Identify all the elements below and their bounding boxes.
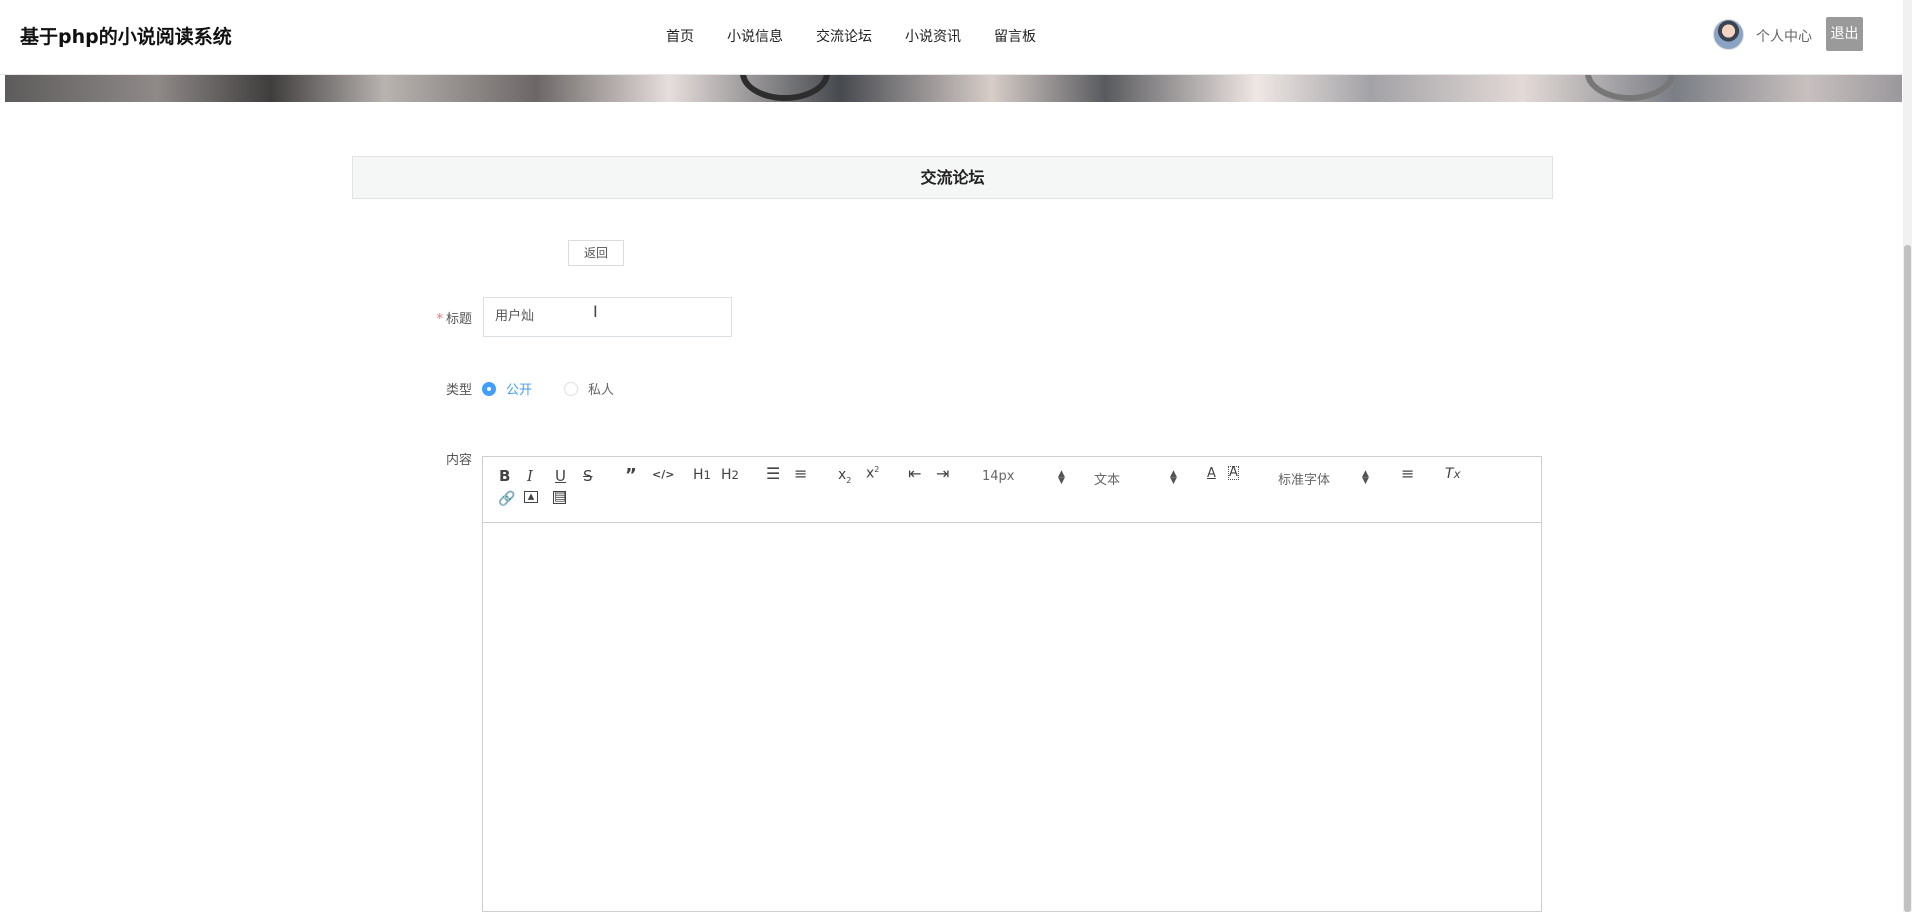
scrollbar-thumb[interactable] xyxy=(1904,245,1911,912)
section-title: 交流论坛 xyxy=(352,156,1553,199)
subscript-icon[interactable]: x2 xyxy=(838,467,851,485)
type-radio-group: 公开 私人 xyxy=(482,379,646,398)
radio-private[interactable] xyxy=(564,381,579,396)
superscript-icon[interactable]: x2 xyxy=(866,465,879,482)
content-label: 内容 xyxy=(445,453,472,468)
logout-button[interactable]: 退出 xyxy=(1826,17,1863,51)
clear-format-icon[interactable]: Tx xyxy=(1445,466,1460,482)
text-style-value: 文本 xyxy=(1094,473,1121,488)
quote-icon[interactable]: ” xyxy=(625,465,637,486)
back-button[interactable]: 返回 xyxy=(568,240,624,266)
link-icon[interactable]: 🔗 xyxy=(498,491,515,507)
background-icon[interactable]: A xyxy=(1228,466,1239,480)
video-icon[interactable]: ▤ xyxy=(553,490,566,504)
underline-icon[interactable]: U xyxy=(555,467,566,485)
type-label: 类型 xyxy=(445,383,472,398)
banner-decoration xyxy=(1585,75,1675,101)
banner-decoration xyxy=(740,75,830,101)
color-icon[interactable]: A xyxy=(1207,466,1216,481)
align-icon[interactable]: ≡ xyxy=(1401,464,1414,483)
strike-icon[interactable]: S xyxy=(583,467,593,485)
radio-private-label[interactable]: 私人 xyxy=(588,379,614,398)
text-cursor-icon: I xyxy=(593,302,598,321)
editor-toolbar: B I U S ” </> H1 H2 ☰ ≡ x2 x2 ⇤ ⇥ 14px ▲… xyxy=(483,457,1541,523)
nav-message-board[interactable]: 留言板 xyxy=(994,26,1036,46)
nav-home[interactable]: 首页 xyxy=(666,26,694,46)
ordered-list-icon[interactable]: ☰ xyxy=(766,464,780,483)
required-mark: * xyxy=(436,312,443,327)
editor-content-area[interactable] xyxy=(483,523,1541,913)
nav-forum[interactable]: 交流论坛 xyxy=(816,26,872,46)
rich-text-editor: B I U S ” </> H1 H2 ☰ ≡ x2 x2 ⇤ ⇥ 14px ▲… xyxy=(482,456,1542,912)
font-size-select[interactable]: 14px ▲ ▼ xyxy=(982,469,1072,486)
radio-public-label[interactable]: 公开 xyxy=(506,379,532,398)
font-family-select[interactable]: 标准字体 ▲ ▼ xyxy=(1278,469,1376,489)
page-scrollbar[interactable] xyxy=(1903,0,1912,912)
nav-novel-news[interactable]: 小说资讯 xyxy=(905,26,961,46)
font-family-value: 标准字体 xyxy=(1278,473,1331,488)
radio-public[interactable] xyxy=(482,381,496,396)
indent-icon[interactable]: ⇥ xyxy=(936,464,949,483)
title-label: * 标题 xyxy=(392,308,472,327)
bold-icon[interactable]: B xyxy=(499,467,510,485)
bullet-list-icon[interactable]: ≡ xyxy=(794,464,807,483)
italic-icon[interactable]: I xyxy=(527,467,533,485)
updown-arrow-icon: ▲ ▼ xyxy=(1058,469,1065,486)
title-label-text: 标题 xyxy=(445,312,472,327)
image-icon[interactable]: ▴ xyxy=(524,490,538,503)
title-input[interactable]: 用户灿 xyxy=(483,297,732,337)
banner-image xyxy=(5,75,1902,102)
h1-icon[interactable]: H1 xyxy=(693,467,711,483)
avatar[interactable] xyxy=(1713,19,1744,50)
h2-icon[interactable]: H2 xyxy=(721,467,739,483)
user-center-link[interactable]: 个人中心 xyxy=(1756,26,1812,46)
updown-arrow-icon: ▲ ▼ xyxy=(1362,469,1369,486)
text-style-select[interactable]: 文本 ▲ ▼ xyxy=(1094,469,1184,489)
main-nav: 首页 小说信息 交流论坛 小说资讯 留言板 xyxy=(666,26,1036,46)
top-header: 基于php的小说阅读系统 首页 小说信息 交流论坛 小说资讯 留言板 个人中心 … xyxy=(0,0,1902,75)
updown-arrow-icon: ▲ ▼ xyxy=(1170,469,1177,486)
site-brand[interactable]: 基于php的小说阅读系统 xyxy=(20,22,232,49)
font-size-value: 14px xyxy=(982,469,1015,484)
nav-novel-info[interactable]: 小说信息 xyxy=(727,26,783,46)
code-icon[interactable]: </> xyxy=(652,468,674,481)
outdent-icon[interactable]: ⇤ xyxy=(908,464,921,483)
